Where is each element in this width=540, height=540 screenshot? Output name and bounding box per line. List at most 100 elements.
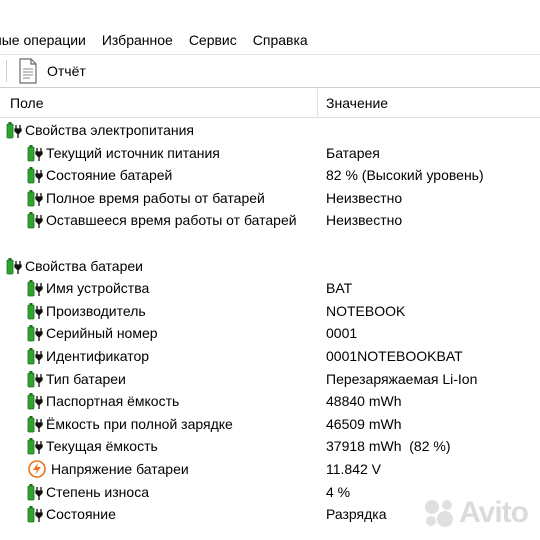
battery-icon bbox=[27, 167, 43, 184]
report-button[interactable]: Отчёт bbox=[17, 57, 86, 85]
table-row[interactable]: Производитель NOTEBOOK bbox=[0, 300, 540, 322]
field-label: Напряжение батареи bbox=[51, 461, 189, 477]
section-title: Свойства батареи bbox=[25, 257, 143, 274]
battery-icon bbox=[27, 325, 43, 342]
toolbar: Отчёт bbox=[0, 54, 540, 88]
field-label: Паспортная ёмкость bbox=[46, 393, 180, 410]
section-header[interactable]: Свойства батареи bbox=[0, 255, 540, 277]
table-row[interactable]: Оставшееся время работы от батарей Неизве… bbox=[0, 209, 540, 231]
field-cell: Степень износа bbox=[0, 483, 345, 501]
voltage-icon bbox=[28, 460, 46, 478]
value-cell: NOTEBOOK bbox=[326, 302, 406, 319]
field-cell: Ёмкость при полной зарядке bbox=[0, 415, 345, 433]
field-cell: Полное время работы от батарей bbox=[0, 189, 345, 207]
value-cell: 4 % bbox=[326, 483, 351, 500]
field-label: Состояние bbox=[46, 506, 116, 523]
field-cell: Паспортная ёмкость bbox=[0, 392, 345, 410]
menu-service[interactable]: Сервис bbox=[189, 32, 237, 48]
battery-icon bbox=[27, 506, 43, 523]
value-cell: Разрядка bbox=[326, 506, 387, 523]
battery-icon bbox=[27, 212, 43, 229]
table-row[interactable]: Текущая ёмкость 37918 mWh (82 %) bbox=[0, 435, 540, 457]
battery-icon bbox=[27, 483, 43, 500]
field-cell: Состояние bbox=[0, 505, 345, 523]
field-label: Степень износа bbox=[46, 483, 149, 500]
menu-help[interactable]: Справка bbox=[253, 32, 308, 48]
menu-favorites[interactable]: Избранное bbox=[102, 32, 173, 48]
battery-icon bbox=[27, 415, 43, 433]
column-value-label: Значение bbox=[326, 95, 389, 111]
table-row[interactable]: Серийный номер 0001 bbox=[0, 322, 540, 344]
field-label: Тип батареи bbox=[46, 370, 126, 387]
value-cell: Батарея bbox=[326, 144, 380, 161]
field-label: Состояние батарей bbox=[46, 167, 173, 184]
value-cell: 48840 mWh bbox=[326, 393, 402, 410]
battery-icon bbox=[27, 393, 43, 410]
column-field-label: Поле bbox=[10, 95, 44, 111]
field-cell: Состояние батарей bbox=[0, 166, 345, 184]
battery-icon bbox=[27, 280, 43, 297]
value-cell: 37918 mWh (82 %) bbox=[326, 438, 451, 455]
value-cell: Перезаряжаемая Li-Ion bbox=[326, 370, 478, 387]
table-row[interactable]: Тип батареи Перезаряжаемая Li-Ion bbox=[0, 368, 540, 390]
field-cell: Оставшееся время работы от батарей bbox=[0, 211, 345, 229]
field-label: Ёмкость при полной зарядке bbox=[46, 415, 233, 432]
table-header: Поле Значение bbox=[0, 89, 540, 118]
menu-operations[interactable]: ные операции bbox=[0, 32, 86, 48]
section-title-cell: Свойства электропитания bbox=[0, 121, 324, 139]
battery-icon bbox=[27, 144, 43, 161]
value-cell: BAT bbox=[326, 280, 353, 297]
battery-icon bbox=[27, 189, 43, 207]
avito-logo-icon bbox=[425, 500, 454, 527]
field-cell: Идентификатор bbox=[0, 347, 345, 365]
field-cell: Текущая ёмкость bbox=[0, 437, 345, 455]
battery-icon bbox=[27, 370, 43, 387]
value-cell: 11.842 V bbox=[326, 461, 382, 477]
field-cell: Текущий источник питания bbox=[0, 144, 345, 162]
document-icon bbox=[19, 58, 37, 84]
table-row[interactable]: Текущий источник питания Батарея bbox=[0, 142, 540, 164]
value-cell: 46509 mWh bbox=[326, 415, 402, 432]
value-cell: 82 % (Высокий уровень) bbox=[326, 167, 484, 184]
battery-icon bbox=[6, 257, 22, 274]
value-cell: 0001NOTEBOOKBAT bbox=[326, 348, 463, 364]
battery-icon bbox=[27, 302, 43, 320]
battery-icon bbox=[27, 438, 43, 455]
field-label: Производитель bbox=[46, 302, 146, 319]
table-row[interactable]: Паспортная ёмкость 48840 mWh bbox=[0, 390, 540, 412]
column-header-value[interactable]: Значение bbox=[318, 89, 388, 117]
field-cell: Тип батареи bbox=[0, 370, 345, 388]
value-cell: 0001 bbox=[326, 325, 358, 342]
section-header[interactable]: Свойства электропитания bbox=[0, 119, 540, 141]
avito-watermark: Avito bbox=[423, 496, 529, 530]
field-label: Серийный номер bbox=[46, 325, 158, 342]
column-header-field[interactable]: Поле bbox=[0, 89, 318, 117]
table-row[interactable]: Идентификатор 0001NOTEBOOKBAT bbox=[0, 345, 540, 367]
field-label: Полное время работы от батарей bbox=[46, 189, 265, 206]
value-cell: Неизвестно bbox=[326, 212, 403, 229]
section-title: Свойства электропитания bbox=[25, 122, 194, 138]
field-cell: Напряжение батареи bbox=[0, 460, 345, 478]
table-row[interactable]: Состояние батарей 82 % (Высокий уровень) bbox=[0, 164, 540, 186]
field-label: Идентификатор bbox=[46, 348, 150, 364]
table-row[interactable]: Ёмкость при полной зарядке 46509 mWh bbox=[0, 413, 540, 435]
field-cell: Производитель bbox=[0, 302, 345, 320]
table-row[interactable]: Напряжение батареи 11.842 V bbox=[0, 458, 540, 480]
properties-table: Поле Значение Свойства электропитания Тек… bbox=[0, 89, 540, 523]
field-cell: Имя устройства bbox=[0, 279, 345, 297]
battery-icon bbox=[6, 122, 22, 139]
menu-bar: ные операции Избранное Сервис Справка bbox=[0, 28, 540, 52]
table-row[interactable]: Полное время работы от батарей Неизвестно bbox=[0, 187, 540, 209]
watermark-text: Avito bbox=[459, 496, 529, 529]
field-label: Текущая ёмкость bbox=[46, 438, 158, 455]
report-label: Отчёт bbox=[47, 63, 86, 79]
field-label: Оставшееся время работы от батарей bbox=[46, 212, 297, 229]
section-title-cell: Свойства батареи bbox=[0, 257, 324, 275]
field-cell: Серийный номер bbox=[0, 324, 345, 342]
table-row[interactable]: Имя устройства BAT bbox=[0, 277, 540, 299]
toolbar-separator bbox=[6, 60, 7, 82]
battery-icon bbox=[27, 348, 43, 365]
value-cell: Неизвестно bbox=[326, 189, 403, 206]
field-label: Текущий источник питания bbox=[46, 144, 220, 161]
field-label: Имя устройства bbox=[46, 280, 150, 297]
